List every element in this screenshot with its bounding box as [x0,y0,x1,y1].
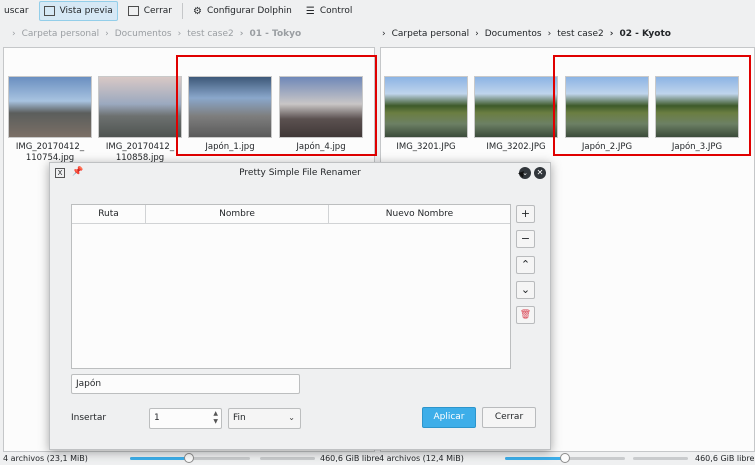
file-item[interactable]: IMG_3201.JPG [384,76,468,153]
hamburger-menu-icon: ☰ [305,5,315,17]
zoom-slider-fill [130,457,188,460]
left-file-count: 4 archivos (23,1 MiB) [3,454,88,463]
name-pattern-input[interactable]: Japón [71,374,300,394]
insert-label: Insertar [71,413,107,423]
chevron-right-icon: › [382,29,386,39]
breadcrumb-item[interactable]: › test case2 [172,29,234,39]
insert-position-value: Fin [233,413,246,423]
breadcrumb-item[interactable]: › Carpeta personal [376,29,469,39]
column-header-new-name[interactable]: Nuevo Nombre [329,205,510,223]
minus-icon: − [520,232,531,245]
move-up-button[interactable]: ⌃ [516,256,535,274]
split-close-icon [127,6,139,16]
breadcrumb-current[interactable]: › 02 - Kyoto [604,29,671,39]
clear-button[interactable]: 🗑 [516,306,535,324]
close-icon[interactable]: ✕ [534,167,546,179]
highlight-box [176,55,377,156]
configure-button[interactable]: ⚙ Configurar Dolphin [189,1,296,21]
file-name: IMG_3201.JPG [396,142,456,152]
spinbox-arrows-icon[interactable]: ▲ ▼ [213,410,218,426]
zoom-slider-fill [505,457,565,460]
close-split-label: Cerrar [143,6,172,16]
zoom-slider-handle[interactable] [184,453,194,463]
dialog-title: Pretty Simple File Renamer [239,168,361,178]
breadcrumb-item[interactable]: › Carpeta personal [6,29,99,39]
settings-sliders-icon: ⚙ [193,5,202,17]
plus-icon: + [520,207,531,220]
preview-button-label: Vista previa [59,6,113,16]
add-button[interactable]: + [516,205,535,223]
apply-button[interactable]: Aplicar [422,407,476,428]
chevron-right-icon: › [547,29,552,39]
chevron-right-icon: › [239,29,244,39]
file-name: IMG_20170412_ 110858.jpg [105,142,175,163]
right-free-space: 460,6 GiB libre [695,454,755,463]
chevron-right-icon: › [12,29,16,39]
insert-number-spinbox[interactable]: 1 ▲ ▼ [149,408,222,429]
column-header-name[interactable]: Nombre [146,205,329,223]
close-split-button[interactable]: Cerrar [124,1,176,21]
left-free-space: 460,6 GiB libre [320,454,380,463]
control-label: Control [319,6,353,16]
toolbar-separator [182,3,183,19]
chevron-right-icon: › [177,29,182,39]
renamer-dialog: X 📌 Pretty Simple File Renamer ⌄ ✕ Ruta … [49,162,551,450]
chevron-up-icon: ⌃ [520,258,531,271]
breadcrumb-item[interactable]: › test case2 [542,29,604,39]
configure-label: Configurar Dolphin [206,6,292,16]
breadcrumb-item[interactable]: › Documentos [99,29,171,39]
preview-button[interactable]: Vista previa [38,1,118,21]
breadcrumb-current[interactable]: › 01 - Tokyo [234,29,301,39]
disk-usage-bar [260,457,315,460]
file-name: IMG_20170412_ 110754.jpg [15,142,85,163]
search-button[interactable]: uscar [0,1,33,21]
file-thumbnail [474,76,558,138]
table-header: Ruta Nombre Nuevo Nombre [72,205,510,224]
breadcrumb-item[interactable]: › Documentos [469,29,541,39]
file-item[interactable]: IMG_20170412_ 110858.jpg [98,76,182,164]
dolphin-toolbar: uscar Vista previa Cerrar ⚙ Configurar D… [0,0,755,22]
highlight-box [553,55,751,156]
preview-icon [43,6,55,16]
chevron-right-icon: › [105,29,109,39]
trash-icon: 🗑 [519,310,532,320]
disk-usage-bar [633,457,688,460]
control-menu-button[interactable]: ☰ Control [302,1,357,21]
search-button-label: uscar [4,6,29,16]
chevron-down-icon: ⌄ [288,413,295,422]
chevron-right-icon: › [475,29,479,39]
file-item[interactable]: IMG_20170412_ 110754.jpg [8,76,92,164]
move-down-button[interactable]: ⌄ [516,281,535,299]
insert-number-value: 1 [154,413,160,423]
file-name: IMG_3202.JPG [486,142,546,152]
status-bar: 4 archivos (23,1 MiB) 460,6 GiB libre 4 … [0,452,755,465]
close-button[interactable]: Cerrar [482,407,536,428]
files-table[interactable]: Ruta Nombre Nuevo Nombre [71,204,511,369]
right-file-count: 4 archivos (12,4 MiB) [379,454,464,463]
left-breadcrumb: › Carpeta personal › Documentos › test case… [6,25,301,43]
file-thumbnail [98,76,182,138]
zoom-slider-handle[interactable] [560,453,570,463]
file-thumbnail [384,76,468,138]
file-item[interactable]: IMG_3202.JPG [474,76,558,153]
chevron-down-icon: ⌄ [520,283,531,296]
column-header-path[interactable]: Ruta [72,205,146,223]
right-breadcrumb: › Carpeta personal › Documentos › test case… [376,25,671,43]
insert-position-select[interactable]: Fin ⌄ [228,408,301,429]
remove-button[interactable]: − [516,230,535,248]
chevron-right-icon: › [609,29,614,39]
file-thumbnail [8,76,92,138]
